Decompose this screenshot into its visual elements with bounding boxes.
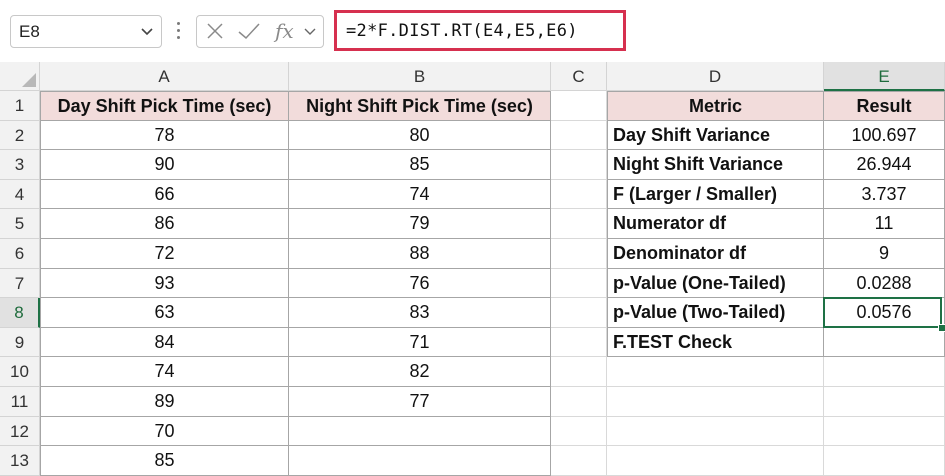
row-header-11[interactable]: 11 [0, 387, 40, 417]
cell-b2[interactable]: 80 [289, 121, 551, 150]
cell-b5[interactable]: 79 [289, 209, 551, 239]
row-header-4[interactable]: 4 [0, 180, 40, 209]
check-icon[interactable] [237, 21, 261, 41]
cell-d13[interactable] [607, 446, 824, 476]
cell-a7[interactable]: 93 [40, 269, 289, 298]
cell-d10[interactable] [607, 357, 824, 387]
cell-b13[interactable] [289, 446, 551, 476]
cell-e6[interactable]: 9 [824, 239, 945, 269]
cell-b11[interactable]: 77 [289, 387, 551, 417]
column-header-e[interactable]: E [824, 62, 945, 91]
cell-c13[interactable] [551, 446, 607, 476]
cell-a9[interactable]: 84 [40, 328, 289, 357]
cell-c12[interactable] [551, 417, 607, 446]
cell-e12[interactable] [824, 417, 945, 446]
cell-e2[interactable]: 100.697 [824, 121, 945, 150]
cancel-icon[interactable] [205, 21, 225, 41]
fill-handle[interactable] [938, 324, 945, 332]
formula-input[interactable]: =2*F.DIST.RT(E4,E5,E6) [334, 10, 626, 51]
row-header-7[interactable]: 7 [0, 269, 40, 298]
cell-d12[interactable] [607, 417, 824, 446]
cell-d6[interactable]: Denominator df [607, 239, 824, 269]
cell-a12[interactable]: 70 [40, 417, 289, 446]
cell-d11[interactable] [607, 387, 824, 417]
header-day-shift[interactable]: Day Shift Pick Time (sec) [40, 91, 289, 121]
chevron-down-icon[interactable] [303, 24, 317, 38]
insert-function-icon[interactable]: fx [275, 19, 294, 43]
header-metric[interactable]: Metric [607, 91, 824, 121]
cell-e10[interactable] [824, 357, 945, 387]
cell-d9[interactable]: F.TEST Check [607, 328, 824, 357]
more-options-icon[interactable] [177, 22, 181, 42]
cell-e11[interactable] [824, 387, 945, 417]
cell-d3[interactable]: Night Shift Variance [607, 150, 824, 180]
chevron-down-icon[interactable] [139, 23, 155, 39]
header-night-shift[interactable]: Night Shift Pick Time (sec) [289, 91, 551, 121]
cell-c11[interactable] [551, 387, 607, 417]
cell-c5[interactable] [551, 209, 607, 239]
cell-b8[interactable]: 83 [289, 298, 551, 328]
column-header-d[interactable]: D [607, 62, 824, 91]
row-header-10[interactable]: 10 [0, 357, 40, 387]
cell-c10[interactable] [551, 357, 607, 387]
row-header-3[interactable]: 3 [0, 150, 40, 180]
cell-a8[interactable]: 63 [40, 298, 289, 328]
name-box-value: E8 [19, 22, 40, 41]
cell-e5[interactable]: 11 [824, 209, 945, 239]
cell-e7[interactable]: 0.0288 [824, 269, 945, 298]
select-all-button[interactable] [0, 62, 40, 91]
cell-d7[interactable]: p-Value (One-Tailed) [607, 269, 824, 298]
cell-d8[interactable]: p-Value (Two-Tailed) [607, 298, 824, 328]
header-result[interactable]: Result [824, 91, 945, 121]
row-header-1[interactable]: 1 [0, 91, 40, 121]
cell-e13[interactable] [824, 446, 945, 476]
cell-c3[interactable] [551, 150, 607, 180]
formula-text: =2*F.DIST.RT(E4,E5,E6) [346, 21, 578, 41]
cell-a4[interactable]: 66 [40, 180, 289, 209]
cell-c8[interactable] [551, 298, 607, 328]
formula-bar: E8 fx =2*F.DIST.RT(E4,E5,E6) [0, 0, 945, 62]
formula-buttons: fx [196, 15, 324, 48]
cell-d4[interactable]: F (Larger / Smaller) [607, 180, 824, 209]
row-header-13[interactable]: 13 [0, 446, 40, 476]
row-header-9[interactable]: 9 [0, 328, 40, 357]
row-header-2[interactable]: 2 [0, 121, 40, 150]
cell-a2[interactable]: 78 [40, 121, 289, 150]
cell-b10[interactable]: 82 [289, 357, 551, 387]
cell-a11[interactable]: 89 [40, 387, 289, 417]
cell-b3[interactable]: 85 [289, 150, 551, 180]
cell-c6[interactable] [551, 239, 607, 269]
cell-c2[interactable] [551, 121, 607, 150]
row-header-5[interactable]: 5 [0, 209, 40, 239]
cell-e9[interactable] [824, 328, 945, 357]
cell-a3[interactable]: 90 [40, 150, 289, 180]
cell-e3[interactable]: 26.944 [824, 150, 945, 180]
cell-c1[interactable] [551, 91, 607, 121]
cell-e8[interactable]: 0.0576 [824, 298, 945, 328]
column-header-c[interactable]: C [551, 62, 607, 91]
column-header-b[interactable]: B [289, 62, 551, 91]
name-box[interactable]: E8 [10, 15, 162, 48]
cell-b9[interactable]: 71 [289, 328, 551, 357]
cell-b7[interactable]: 76 [289, 269, 551, 298]
cell-c4[interactable] [551, 180, 607, 209]
cell-a10[interactable]: 74 [40, 357, 289, 387]
cell-d2[interactable]: Day Shift Variance [607, 121, 824, 150]
row-header-8[interactable]: 8 [0, 298, 40, 328]
cell-c9[interactable] [551, 328, 607, 357]
row-header-12[interactable]: 12 [0, 417, 40, 446]
cell-b12[interactable] [289, 417, 551, 446]
cell-a13[interactable]: 85 [40, 446, 289, 476]
cell-e4[interactable]: 3.737 [824, 180, 945, 209]
cell-b4[interactable]: 74 [289, 180, 551, 209]
cell-a6[interactable]: 72 [40, 239, 289, 269]
cell-c7[interactable] [551, 269, 607, 298]
cell-b6[interactable]: 88 [289, 239, 551, 269]
cell-d5[interactable]: Numerator df [607, 209, 824, 239]
cell-a5[interactable]: 86 [40, 209, 289, 239]
row-header-6[interactable]: 6 [0, 239, 40, 269]
column-header-a[interactable]: A [40, 62, 289, 91]
